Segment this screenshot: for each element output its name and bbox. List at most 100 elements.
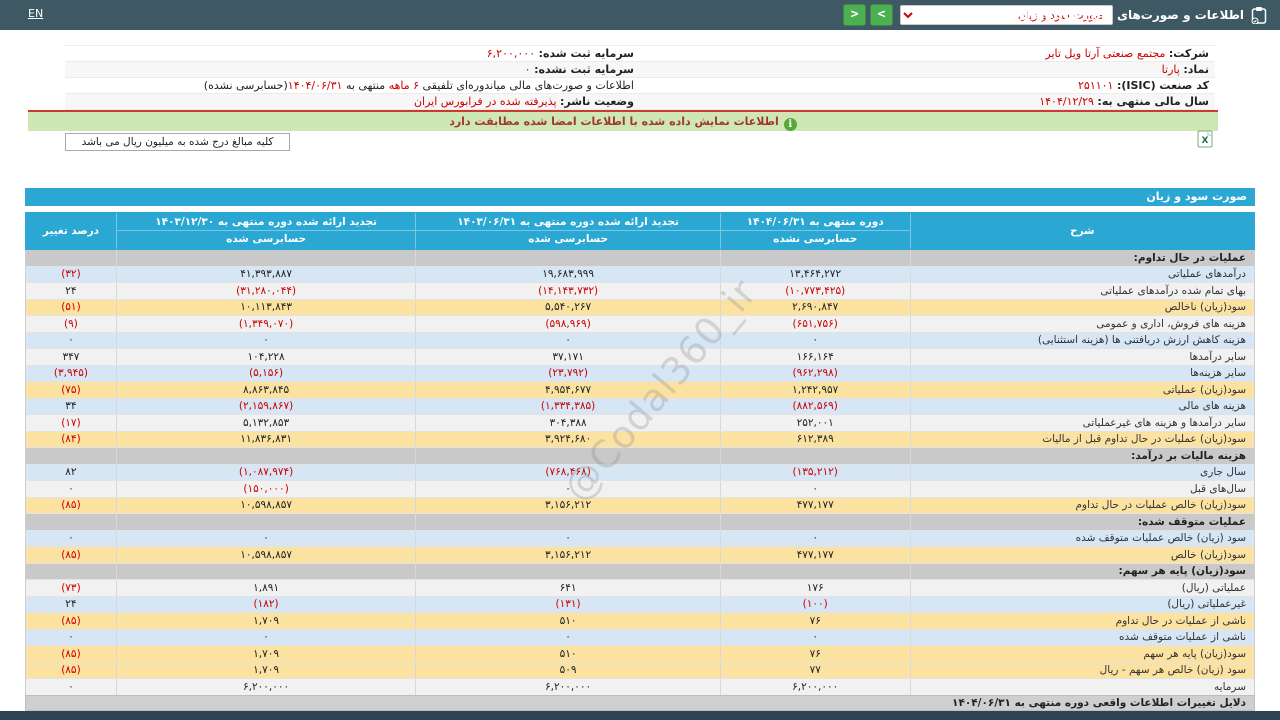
amount-value: (۱,۳۴۹,۰۷۰) — [116, 316, 416, 332]
amount-value: ۶۱۲,۳۸۹ — [720, 432, 910, 448]
percent-change-value: (۱۷) — [26, 415, 116, 431]
amount-value: ۰ — [720, 531, 910, 547]
amount-value: (۱۴,۱۴۳,۷۳۲) — [415, 283, 720, 299]
amount-value: (۱۸۲) — [116, 597, 416, 613]
row-description: سود(زیان) خالص — [910, 547, 1254, 563]
audit-status-label: حسابرسی نشده — [721, 231, 910, 248]
amount-value: ۱۳,۴۶۴,۲۷۲ — [720, 267, 910, 283]
amount-value: (۷۶۸,۴۶۸) — [415, 465, 720, 481]
amount-value: (۱,۳۳۴,۳۸۵) — [415, 399, 720, 415]
table-row: سود (زیان) خالص هر سهم - ریال۷۷۵۰۹۱,۷۰۹(… — [26, 663, 1254, 680]
page-title: اطلاعات و صورت‌های مالی میاندوره‌ای تلفی… — [967, 0, 1244, 30]
audit-status-label: حسابرسی شده — [117, 231, 416, 248]
percent-change-value: ۳۴ — [26, 399, 116, 415]
amount-value: ۶۴۱ — [415, 580, 720, 596]
amount-value: (۶۵۱,۷۵۶) — [720, 316, 910, 332]
amount-value: (۱۰۰) — [720, 597, 910, 613]
company-info-right-cell: سال مالی منتهی به: ۱۴۰۴/۱۲/۲۹ — [640, 94, 1215, 109]
percent-change-value: (۸۵) — [26, 498, 116, 514]
next-statement-button[interactable]: > — [870, 4, 893, 26]
column-header-description: شرح — [910, 213, 1254, 249]
info-label: شرکت: — [1169, 47, 1209, 60]
language-toggle-en[interactable]: EN — [28, 7, 43, 20]
amount-value: ۱۶۶,۱۶۴ — [720, 349, 910, 365]
amount-value: ۰ — [415, 630, 720, 646]
table-row: سود(زیان) خالص۴۷۷,۱۷۷۳,۱۵۶,۲۱۲۱۰,۵۹۸,۸۵۷… — [26, 547, 1254, 564]
chevron-left-icon: < — [851, 7, 859, 22]
info-value: اطلاعات و صورت‌های مالی میاندوره‌ای تلفی… — [419, 79, 634, 92]
amount-value — [116, 448, 416, 464]
amount-value: ۳۷,۱۷۱ — [415, 349, 720, 365]
amount-value: ۲۵۲,۰۰۱ — [720, 415, 910, 431]
row-description: هزینه های فروش، اداری و عمومی — [910, 316, 1254, 332]
info-value: منتهی به — [342, 79, 388, 92]
amount-value: ۵۱۰ — [415, 646, 720, 662]
amount-value — [116, 250, 416, 266]
info-value: ۲۵۱۱۰۱ — [1078, 79, 1117, 92]
row-description: هزینه های مالی — [910, 399, 1254, 415]
table-row: عملیاتی (ریال)۱۷۶۶۴۱۱,۸۹۱(۷۳) — [26, 580, 1254, 597]
row-description: ناشی از عملیات در حال تداوم — [910, 613, 1254, 629]
table-body: عملیات در حال تداوم:درآمدهای عملیاتی۱۳,۴… — [25, 250, 1255, 697]
info-value: مجتمع صنعتی آرتا ویل تایر — [1045, 47, 1169, 60]
amount-value: ۶,۲۰۰,۰۰۰ — [116, 679, 416, 696]
info-value: ۰ — [525, 63, 534, 76]
table-row: عملیات در حال تداوم: — [26, 250, 1254, 267]
svg-text:X: X — [1202, 136, 1209, 146]
amount-value: ۱,۸۹۱ — [116, 580, 416, 596]
amount-value: ۱۱,۸۳۶,۸۳۱ — [116, 432, 416, 448]
table-row: بهای تمام شده درآمدهای عملیاتی(۱۰,۷۷۳,۴۲… — [26, 283, 1254, 300]
period-label: دوره منتهی به ۱۴۰۴/۰۶/۳۱ — [721, 213, 910, 231]
info-value: پذیرفته شده در فرابورس ایران — [414, 95, 560, 108]
excel-export-icon[interactable]: X — [1197, 130, 1213, 148]
table-title: صورت سود و زیان — [25, 188, 1255, 206]
percent-change-value: (۷۳) — [26, 580, 116, 596]
table-row: درآمدهای عملیاتی۱۳,۴۶۴,۲۷۲۱۹,۶۸۳,۹۹۹۴۱,۳… — [26, 267, 1254, 284]
amount-value: ۱,۷۰۹ — [116, 663, 416, 679]
amount-value: ۷۶ — [720, 613, 910, 629]
amount-value — [720, 564, 910, 580]
amount-value: ۶,۲۰۰,۰۰۰ — [720, 679, 910, 696]
percent-change-value: ۰ — [26, 679, 116, 696]
row-description: غیرعملیاتی (ریال) — [910, 597, 1254, 613]
amount-value: ۱۰,۵۹۸,۸۵۷ — [116, 498, 416, 514]
amount-value — [720, 514, 910, 530]
income-statement-table: صورت سود و زیان شرح دوره منتهی به ۱۴۰۴/۰… — [25, 188, 1255, 697]
row-description: سود (زیان) خالص عملیات متوقف شده — [910, 531, 1254, 547]
row-description: عملیات متوقف شده: — [910, 514, 1254, 530]
table-row: سایر درآمدها و هزینه های غیرعملیاتی۲۵۲,۰… — [26, 415, 1254, 432]
info-value: پارتا — [1162, 63, 1184, 76]
percent-change-value: (۸۵) — [26, 613, 116, 629]
row-description: سود(زیان) پایه هر سهم — [910, 646, 1254, 662]
signature-match-banner: iاطلاعات نمایش داده شده با اطلاعات امضا … — [28, 112, 1218, 131]
amount-value: (۵,۱۵۶) — [116, 366, 416, 382]
row-description: بهای تمام شده درآمدهای عملیاتی — [910, 283, 1254, 299]
row-description: سال‌های قبل — [910, 481, 1254, 497]
amount-value: ۴۷۷,۱۷۷ — [720, 547, 910, 563]
info-icon: i — [784, 118, 797, 131]
company-info-left-cell: وضعیت ناشر: پذیرفته شده در فرابورس ایران — [65, 94, 640, 109]
percent-change-value — [26, 250, 116, 266]
amount-value: ۱,۷۰۹ — [116, 613, 416, 629]
percent-change-value: ۳۴۷ — [26, 349, 116, 365]
amount-value: ۰ — [116, 531, 416, 547]
table-row: سال جاری(۱۳۵,۲۱۲)(۷۶۸,۴۶۸)(۱,۰۸۷,۹۷۴)۸۲ — [26, 465, 1254, 482]
amount-value — [415, 564, 720, 580]
row-description: سایر درآمدها — [910, 349, 1254, 365]
amount-value: ۱,۲۴۲,۹۵۷ — [720, 382, 910, 398]
amount-value: (۸۸۲,۵۶۹) — [720, 399, 910, 415]
amount-value: ۶,۲۰۰,۰۰۰ — [415, 679, 720, 696]
company-info-left-cell: سرمایه ثبت شده: ۶,۲۰۰,۰۰۰ — [65, 46, 640, 61]
table-row: هزینه های فروش، اداری و عمومی(۶۵۱,۷۵۶)(۵… — [26, 316, 1254, 333]
column-header-annual-period: تجدید ارائه شده دوره منتهی به ۱۴۰۳/۱۲/۳۰… — [116, 213, 416, 249]
amount-value: ۵۱۰ — [415, 613, 720, 629]
row-description: سود(زیان) پایه هر سهم: — [910, 564, 1254, 580]
amount-value: ۲,۶۹۰,۸۴۷ — [720, 300, 910, 316]
amount-value: ۷۷ — [720, 663, 910, 679]
percent-change-value: ۲۴ — [26, 597, 116, 613]
percent-change-value: ۰ — [26, 481, 116, 497]
prev-statement-button[interactable]: < — [843, 4, 866, 26]
info-label: سرمایه ثبت شده: — [539, 47, 634, 60]
company-info-row: کد صنعت (ISIC): ۲۵۱۱۰۱اطلاعات و صورت‌های… — [65, 78, 1215, 94]
row-description: هزینه کاهش ارزش دریافتنی ها (هزینه استثن… — [910, 333, 1254, 349]
